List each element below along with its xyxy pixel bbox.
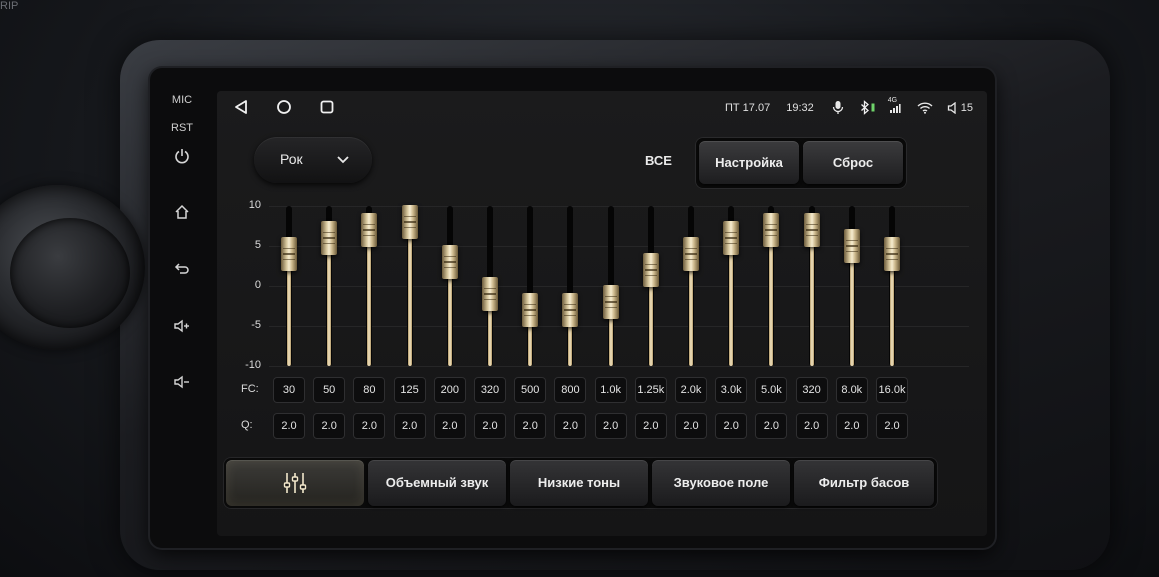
hardware-side-panel: MIC RST	[150, 68, 212, 548]
slider-knob[interactable]	[803, 213, 820, 247]
slider-fill	[367, 230, 372, 366]
dashboard-text: RIP	[0, 0, 19, 12]
slider-fill	[729, 238, 734, 366]
q-value[interactable]: 2.0	[634, 413, 667, 439]
back-icon[interactable]	[164, 260, 200, 276]
slider-fill	[327, 238, 332, 366]
q-value[interactable]: 2.0	[433, 413, 466, 439]
fc-value[interactable]: 320	[474, 377, 506, 403]
q-value[interactable]: 2.0	[353, 413, 386, 439]
q-value[interactable]: 2.0	[273, 413, 305, 439]
fc-value[interactable]: 500	[514, 377, 547, 403]
fc-value[interactable]: 1.25k	[634, 377, 667, 403]
fc-value[interactable]: 50	[313, 377, 346, 403]
q-value[interactable]: 2.0	[675, 413, 707, 439]
q-value[interactable]: 2.0	[554, 413, 587, 439]
slider-knob[interactable]	[281, 237, 297, 271]
q-value[interactable]: 2.0	[876, 413, 908, 439]
fc-value[interactable]: 8.0k	[835, 377, 868, 403]
slider-knob[interactable]	[522, 293, 539, 327]
slider-knob[interactable]	[361, 213, 378, 247]
y-tick-label: 5	[254, 239, 261, 251]
slider-knob[interactable]	[482, 277, 498, 311]
q-value[interactable]: 2.0	[393, 413, 426, 439]
fc-value[interactable]: 80	[353, 377, 386, 403]
equalizer-sliders-icon	[283, 473, 307, 493]
slider-knob[interactable]	[642, 253, 659, 287]
gridline	[269, 326, 969, 327]
tab-bass[interactable]: Низкие тоны	[510, 460, 648, 506]
tab-equalizer[interactable]	[226, 460, 364, 506]
gridline	[269, 286, 969, 287]
fc-value[interactable]: 320	[795, 377, 828, 403]
slider-knob[interactable]	[683, 237, 699, 271]
q-value[interactable]: 2.0	[514, 413, 547, 439]
slider-fill	[809, 230, 814, 366]
gridline	[269, 206, 969, 207]
tab-sound-field[interactable]: Звуковое поле	[652, 460, 790, 506]
q-value[interactable]: 2.0	[795, 413, 828, 439]
y-tick-label: 0	[254, 279, 261, 291]
y-tick-label: -5	[251, 319, 261, 331]
q-value[interactable]: 2.0	[715, 413, 748, 439]
slider-fill	[849, 246, 854, 366]
tab-surround-sound[interactable]: Объемный звук	[368, 460, 506, 506]
y-tick-label: 10	[248, 199, 261, 211]
volume-down-icon[interactable]	[164, 374, 200, 390]
fc-value[interactable]: 200	[433, 377, 466, 403]
head-unit: MIC RST ПТ 17.07 19:32 4G 15 Рок ВСЕ Нас…	[150, 68, 995, 548]
q-value[interactable]: 2.0	[835, 413, 868, 439]
gridline	[269, 366, 969, 367]
fc-value[interactable]: 800	[554, 377, 587, 403]
fc-value[interactable]: 1.0k	[594, 377, 627, 403]
reset-button[interactable]: RST	[164, 122, 200, 134]
slider-knob[interactable]	[763, 213, 780, 247]
volume-up-icon[interactable]	[164, 318, 200, 334]
fc-value[interactable]: 3.0k	[715, 377, 748, 403]
q-value[interactable]: 2.0	[755, 413, 788, 439]
y-tick-label: -10	[245, 359, 261, 371]
equalizer-screen: ПТ 17.07 19:32 4G 15 Рок ВСЕ Настройка С…	[217, 91, 987, 536]
slider-knob[interactable]	[602, 285, 619, 319]
mic-label: MIC	[171, 94, 193, 106]
q-value[interactable]: 2.0	[594, 413, 627, 439]
home-icon[interactable]	[164, 204, 200, 220]
slider-knob[interactable]	[843, 229, 860, 263]
dashboard-vent-knob-center	[10, 218, 130, 328]
fc-row-label: FC:	[241, 383, 259, 395]
slider-knob[interactable]	[401, 205, 418, 239]
slider-knob[interactable]	[884, 237, 900, 271]
q-value[interactable]: 2.0	[474, 413, 506, 439]
tab-bass-filter[interactable]: Фильтр басов	[794, 460, 934, 506]
slider-knob[interactable]	[723, 221, 740, 255]
q-row-label: Q:	[241, 419, 253, 431]
fc-value[interactable]: 5.0k	[755, 377, 788, 403]
fc-value[interactable]: 30	[273, 377, 305, 403]
fc-value[interactable]: 125	[393, 377, 426, 403]
slider-knob[interactable]	[321, 221, 338, 255]
q-value[interactable]: 2.0	[313, 413, 346, 439]
power-icon[interactable]	[164, 148, 200, 164]
slider-fill	[769, 230, 774, 366]
slider-knob[interactable]	[441, 245, 458, 279]
slider-fill	[407, 222, 412, 366]
slider-knob[interactable]	[562, 293, 579, 327]
bottom-tab-bar: Объемный звук Низкие тоны Звуковое поле …	[223, 457, 938, 509]
fc-value[interactable]: 16.0k	[876, 377, 908, 403]
fc-value[interactable]: 2.0k	[675, 377, 707, 403]
